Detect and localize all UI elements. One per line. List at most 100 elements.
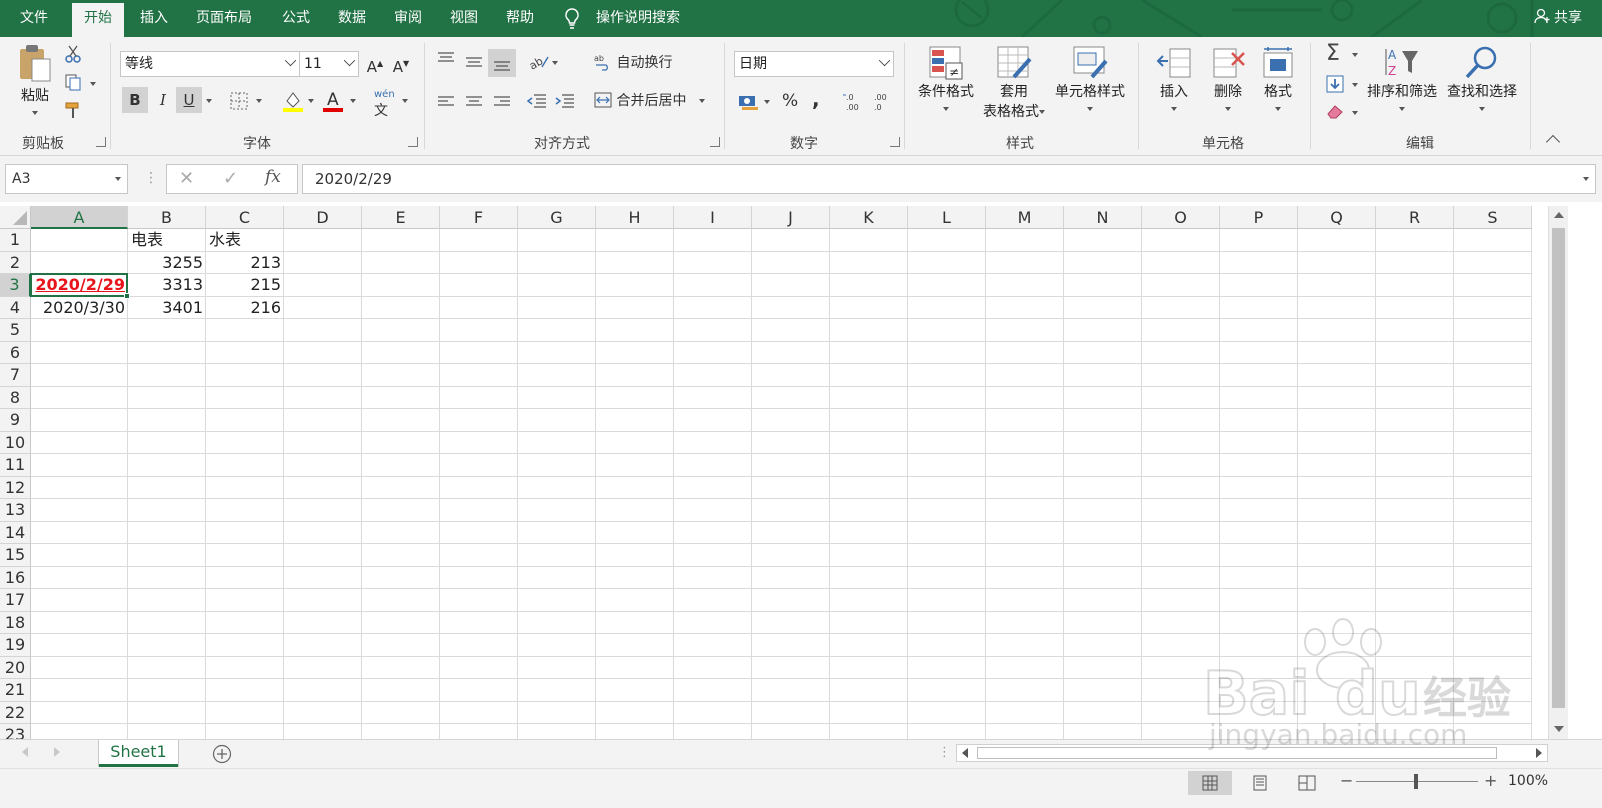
column-header-J[interactable]: J — [752, 206, 830, 229]
zoom-level[interactable]: 100% — [1508, 773, 1548, 789]
enter-check-icon[interactable]: ✓ — [223, 168, 238, 189]
chevron-down-icon[interactable] — [402, 99, 408, 103]
align-bottom-button[interactable] — [488, 49, 516, 77]
cell-C2[interactable]: 213 — [206, 252, 284, 274]
font-color-icon[interactable]: A — [322, 89, 344, 113]
zoom-out-icon[interactable]: − — [1340, 771, 1353, 790]
share-button[interactable]: 共享 — [1533, 0, 1582, 37]
row-header-16[interactable]: 16 — [0, 566, 31, 589]
cut-icon[interactable] — [64, 45, 82, 63]
column-header-A[interactable]: A — [31, 206, 128, 229]
tab-formulas[interactable]: 公式 — [270, 0, 322, 37]
align-left-icon[interactable] — [436, 95, 456, 109]
italic-button[interactable]: I — [150, 87, 176, 113]
row-header-7[interactable]: 7 — [0, 364, 31, 387]
vertical-scroll-thumb[interactable] — [1552, 228, 1565, 708]
cell-A4[interactable]: 2020/3/30 — [31, 297, 128, 319]
add-sheet-icon[interactable] — [212, 744, 232, 764]
scroll-up-icon[interactable] — [1554, 212, 1564, 218]
chevron-down-icon[interactable] — [1352, 53, 1358, 57]
column-header-N[interactable]: N — [1064, 206, 1142, 229]
row-header-17[interactable]: 17 — [0, 589, 31, 612]
row-header-4[interactable]: 4 — [0, 296, 31, 319]
cell-B1[interactable]: 电表 — [128, 229, 206, 251]
cell-styles-button[interactable]: 单元格样式 — [1052, 45, 1128, 117]
insert-cells-button[interactable]: 插入 — [1150, 45, 1198, 117]
row-header-20[interactable]: 20 — [0, 656, 31, 679]
cell-B2[interactable]: 3255 — [128, 252, 206, 274]
collapse-ribbon-icon[interactable] — [1545, 134, 1561, 150]
tab-view[interactable]: 视图 — [438, 0, 490, 37]
page-break-view-icon[interactable] — [1298, 775, 1316, 791]
find-select-button[interactable]: 查找和选择 — [1442, 45, 1522, 117]
format-cells-button[interactable]: 格式 — [1256, 45, 1300, 117]
row-header-21[interactable]: 21 — [0, 679, 31, 702]
align-top-icon[interactable] — [436, 51, 456, 67]
prev-sheet-icon[interactable] — [22, 747, 28, 757]
column-header-S[interactable]: S — [1454, 206, 1532, 229]
column-header-Q[interactable]: Q — [1298, 206, 1376, 229]
column-header-L[interactable]: L — [908, 206, 986, 229]
dialog-launcher-icon[interactable] — [710, 137, 720, 147]
dialog-launcher-icon[interactable] — [96, 137, 106, 147]
chevron-down-icon[interactable] — [256, 99, 262, 103]
formula-bar-grip[interactable]: ⋮ — [144, 170, 158, 186]
chevron-down-icon[interactable] — [764, 100, 770, 104]
autosum-icon[interactable]: Σ — [1326, 41, 1340, 66]
sheet-tab-sheet1[interactable]: Sheet1 — [99, 740, 178, 767]
chevron-down-icon[interactable] — [206, 99, 212, 103]
horizontal-scroll-thumb[interactable] — [977, 747, 1497, 759]
column-header-C[interactable]: C — [206, 206, 284, 229]
increase-decimal-icon[interactable]: .0.00 — [842, 91, 864, 113]
row-header-5[interactable]: 5 — [0, 319, 31, 342]
comma-style-button[interactable]: , — [812, 87, 820, 111]
row-header-22[interactable]: 22 — [0, 701, 31, 724]
row-header-1[interactable]: 1 — [0, 229, 31, 252]
chevron-down-icon[interactable] — [552, 61, 558, 65]
select-all-corner[interactable] — [0, 206, 31, 229]
format-painter-icon[interactable] — [64, 101, 82, 119]
column-header-O[interactable]: O — [1142, 206, 1220, 229]
align-right-icon[interactable] — [492, 95, 512, 109]
merge-center-button[interactable]: 合并后居中 — [594, 89, 705, 113]
zoom-in-icon[interactable]: + — [1484, 771, 1497, 790]
scroll-down-icon[interactable] — [1554, 726, 1564, 732]
font-size-dropdown[interactable]: 11 — [299, 51, 359, 77]
row-header-10[interactable]: 10 — [0, 431, 31, 454]
clear-eraser-icon[interactable] — [1326, 103, 1344, 119]
tell-me-search[interactable]: 操作说明搜索 — [596, 0, 680, 37]
delete-cells-button[interactable]: 删除 — [1204, 45, 1252, 117]
row-header-3[interactable]: 3 — [0, 274, 31, 297]
column-header-R[interactable]: R — [1376, 206, 1454, 229]
tab-home[interactable]: 开始 — [72, 3, 124, 37]
formula-input[interactable]: 2020/2/29 — [302, 164, 1596, 194]
conditional-formatting-button[interactable]: ≠ 条件格式 — [912, 45, 980, 117]
wrap-text-button[interactable]: ab 自动换行 — [594, 51, 672, 75]
fill-down-icon[interactable] — [1326, 75, 1344, 93]
cancel-icon[interactable]: ✕ — [179, 168, 194, 189]
name-box[interactable]: A3 — [5, 164, 128, 194]
column-header-K[interactable]: K — [830, 206, 908, 229]
cell-C1[interactable]: 水表 — [206, 229, 284, 251]
tab-page-layout[interactable]: 页面布局 — [184, 0, 264, 37]
align-middle-icon[interactable] — [464, 55, 484, 71]
sort-filter-button[interactable]: AZ 排序和筛选 — [1362, 45, 1442, 117]
column-header-M[interactable]: M — [986, 206, 1064, 229]
decrease-indent-icon[interactable] — [526, 93, 548, 111]
borders-icon[interactable] — [230, 92, 248, 110]
row-header-18[interactable]: 18 — [0, 611, 31, 634]
decrease-decimal-icon[interactable]: .00.0 — [870, 91, 892, 113]
cell-B3[interactable]: 3313 — [128, 274, 206, 296]
chevron-down-icon[interactable] — [350, 99, 356, 103]
tab-help[interactable]: 帮助 — [494, 0, 546, 37]
chevron-down-icon[interactable] — [90, 82, 96, 86]
format-as-table-button[interactable]: 套用 表格格式 — [978, 45, 1050, 121]
column-header-I[interactable]: I — [674, 206, 752, 229]
chevron-down-icon[interactable] — [1352, 111, 1358, 115]
dialog-launcher-icon[interactable] — [408, 137, 418, 147]
row-header-23[interactable]: 23 — [0, 724, 31, 739]
column-header-P[interactable]: P — [1220, 206, 1298, 229]
column-header-B[interactable]: B — [128, 206, 206, 229]
decrease-font-icon[interactable]: A▼ — [388, 51, 414, 77]
page-layout-view-icon[interactable] — [1252, 775, 1268, 791]
